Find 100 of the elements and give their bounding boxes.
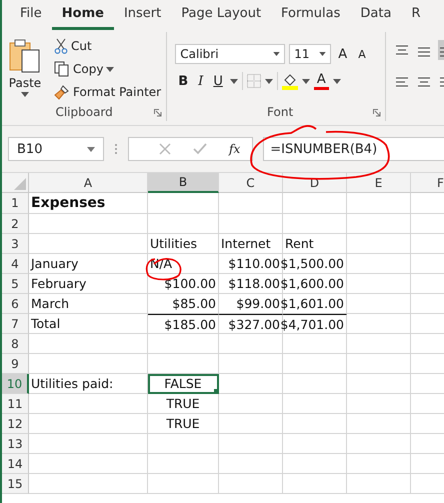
row-header[interactable]: 12 [2,414,29,434]
format-painter-button[interactable]: Format Painter [54,82,162,102]
table-cell [347,374,411,394]
column-header[interactable]: F [411,173,444,193]
table-cell: $185.00 [148,314,219,334]
table-cell: January [29,254,148,274]
ribbon-tab[interactable]: Page Layout [171,0,272,30]
table-cell: $327.00 [219,314,283,334]
fill-handle[interactable] [214,389,218,393]
row-header[interactable]: 13 [2,434,29,454]
table-cell: $1,600.00 [283,274,347,294]
font-name-dropdown[interactable]: Calibri [175,44,286,64]
row-header[interactable]: 6 [2,294,29,314]
table-cell [347,294,411,314]
column-header[interactable]: C [219,173,283,193]
column-header[interactable]: A [29,173,148,193]
table-cell [219,374,283,394]
cut-button[interactable]: Cut [54,36,162,56]
table-cell: Expenses [29,193,148,214]
font-size-dropdown[interactable]: 11 [289,44,332,64]
row-header[interactable]: 7 [2,314,29,334]
ribbon-tab[interactable]: File [10,0,52,30]
table-cell [347,254,411,274]
table-cell [219,474,283,494]
select-all-icon[interactable] [14,178,26,190]
table-cell [347,234,411,254]
caret-icon [302,78,310,84]
table-cell [347,314,411,334]
table-cell [148,454,219,474]
caret-icon [273,52,280,56]
table-cell [148,354,219,374]
ribbon-tab[interactable]: Data [350,0,402,30]
bold-button[interactable]: B [175,74,192,88]
table-cell [219,214,283,234]
row-header[interactable]: 9 [2,354,29,374]
row-header[interactable]: 3 [2,234,29,254]
group-label: Font [267,105,294,119]
table-cell [148,434,219,454]
insert-function-button[interactable]: fx [229,142,240,156]
column-header[interactable]: E [347,173,411,193]
font-color-button[interactable]: A [314,72,329,90]
grow-font-button[interactable]: A [335,46,352,62]
table-cell [283,414,347,434]
fill-color-icon[interactable] [282,72,298,90]
table-cell [219,394,283,414]
formula-input[interactable]: =ISNUMBER(B4) [263,137,444,161]
cancel-icon[interactable] [159,143,171,155]
table-cell: February [29,274,148,294]
underline-button[interactable]: U [210,74,226,88]
dialog-launcher-icon[interactable] [373,109,381,117]
caret-icon [106,66,114,72]
table-cell [148,474,219,494]
table-cell: $1,500.00 [283,254,347,274]
table-cell [347,434,411,454]
row-header[interactable]: 10 [2,374,29,394]
row-header[interactable]: 4 [2,254,29,274]
caret-icon [230,78,238,84]
row-header[interactable]: 2 [2,214,29,234]
table-cell: $4,701.00 [283,314,347,334]
table-cell: $110.00 [219,254,283,274]
row-header[interactable]: 5 [2,274,29,294]
row-header[interactable]: 11 [2,394,29,414]
table-cell [148,214,219,234]
copy-icon [54,61,70,77]
table-cell [283,334,347,354]
ribbon-tab[interactable]: R [401,0,430,30]
table-cell [219,414,283,434]
clipboard-icon [8,38,42,74]
copy-button[interactable]: Copy [54,59,162,79]
column-header[interactable]: B [148,173,219,193]
table-cell [283,374,347,394]
table-cell: $118.00 [219,274,283,294]
table-cell [219,434,283,454]
row-header[interactable]: 1 [2,193,29,214]
table-cell [283,434,347,454]
paste-button[interactable]: Paste [2,36,48,103]
italic-button[interactable]: I [195,74,206,88]
name-box[interactable]: B10 [8,137,104,161]
dialog-launcher-icon[interactable] [154,109,162,117]
table-cell [219,354,283,374]
row-header[interactable]: 14 [2,454,29,474]
table-cell [283,193,347,214]
table-cell [283,394,347,414]
check-icon[interactable] [193,143,207,155]
ribbon-tab[interactable]: Insert [114,0,172,30]
table-cell: Total [29,314,148,334]
table-cell [347,334,411,354]
table-cell [148,193,219,214]
ribbon-tab[interactable]: Formulas [271,0,350,30]
table-cell: TRUE [148,414,219,434]
shrink-font-button[interactable]: A [355,48,369,60]
table-cell [219,454,283,474]
table-cell [283,454,347,474]
table-cell: $85.00 [148,294,219,314]
table-cell [219,334,283,354]
table-cell: TRUE [148,394,219,414]
row-header[interactable]: 15 [2,474,29,494]
table-cell [347,274,411,294]
row-header[interactable]: 8 [2,334,29,354]
borders-icon[interactable] [246,74,261,88]
